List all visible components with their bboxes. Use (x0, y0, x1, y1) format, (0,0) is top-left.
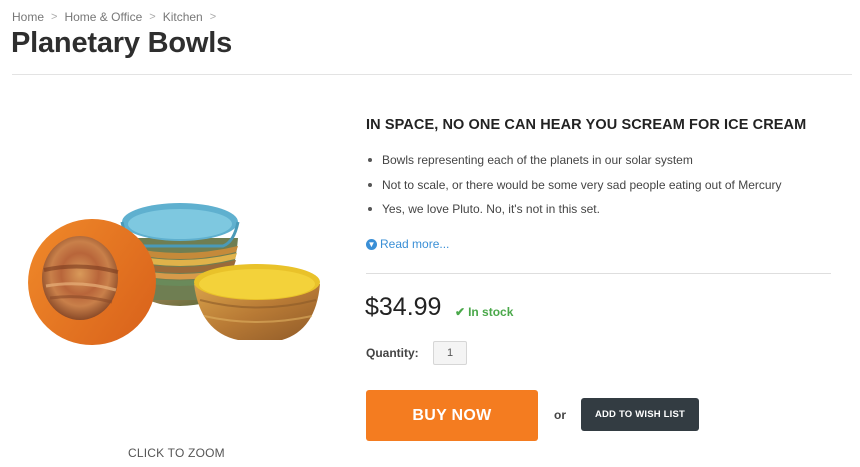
quantity-input[interactable] (433, 341, 467, 365)
buy-now-button[interactable]: BUY NOW (366, 390, 538, 441)
click-to-zoom-label[interactable]: CLICK TO ZOOM (128, 446, 225, 460)
breadcrumb-separator: > (209, 11, 217, 23)
add-to-wish-list-button[interactable]: ADD TO WISH LIST (581, 398, 699, 431)
feature-item: Yes, we love Pluto. No, it's not in this… (366, 200, 782, 225)
or-label: or (554, 408, 566, 422)
checkmark-icon: ✔ (455, 305, 466, 319)
feature-item: Bowls representing each of the planets i… (366, 151, 782, 176)
breadcrumb-home-office[interactable]: Home & Office (64, 10, 142, 24)
breadcrumb-separator: > (51, 11, 58, 23)
product-image[interactable] (22, 180, 332, 360)
breadcrumb-kitchen[interactable]: Kitchen (163, 10, 203, 24)
stock-status: ✔ In stock (455, 305, 513, 319)
breadcrumb: Home > Home & Office > Kitchen > (12, 10, 223, 24)
feature-list: Bowls representing each of the planets i… (366, 151, 782, 225)
feature-item: Not to scale, or there would be some ver… (366, 176, 782, 201)
product-headline: IN SPACE, NO ONE CAN HEAR YOU SCREAM FOR… (366, 117, 807, 133)
stock-status-label: In stock (468, 305, 514, 319)
product-price: $34.99 (365, 293, 442, 321)
read-more-link[interactable]: ▼ Read more... (366, 237, 449, 251)
page-title: Planetary Bowls (11, 27, 233, 59)
title-divider (12, 74, 852, 75)
breadcrumb-separator: > (149, 11, 156, 23)
quantity-label: Quantity: (366, 346, 419, 360)
circle-arrow-down-icon: ▼ (366, 238, 377, 250)
detail-divider (366, 273, 831, 274)
read-more-label: Read more... (380, 237, 450, 251)
breadcrumb-home[interactable]: Home (12, 10, 44, 24)
